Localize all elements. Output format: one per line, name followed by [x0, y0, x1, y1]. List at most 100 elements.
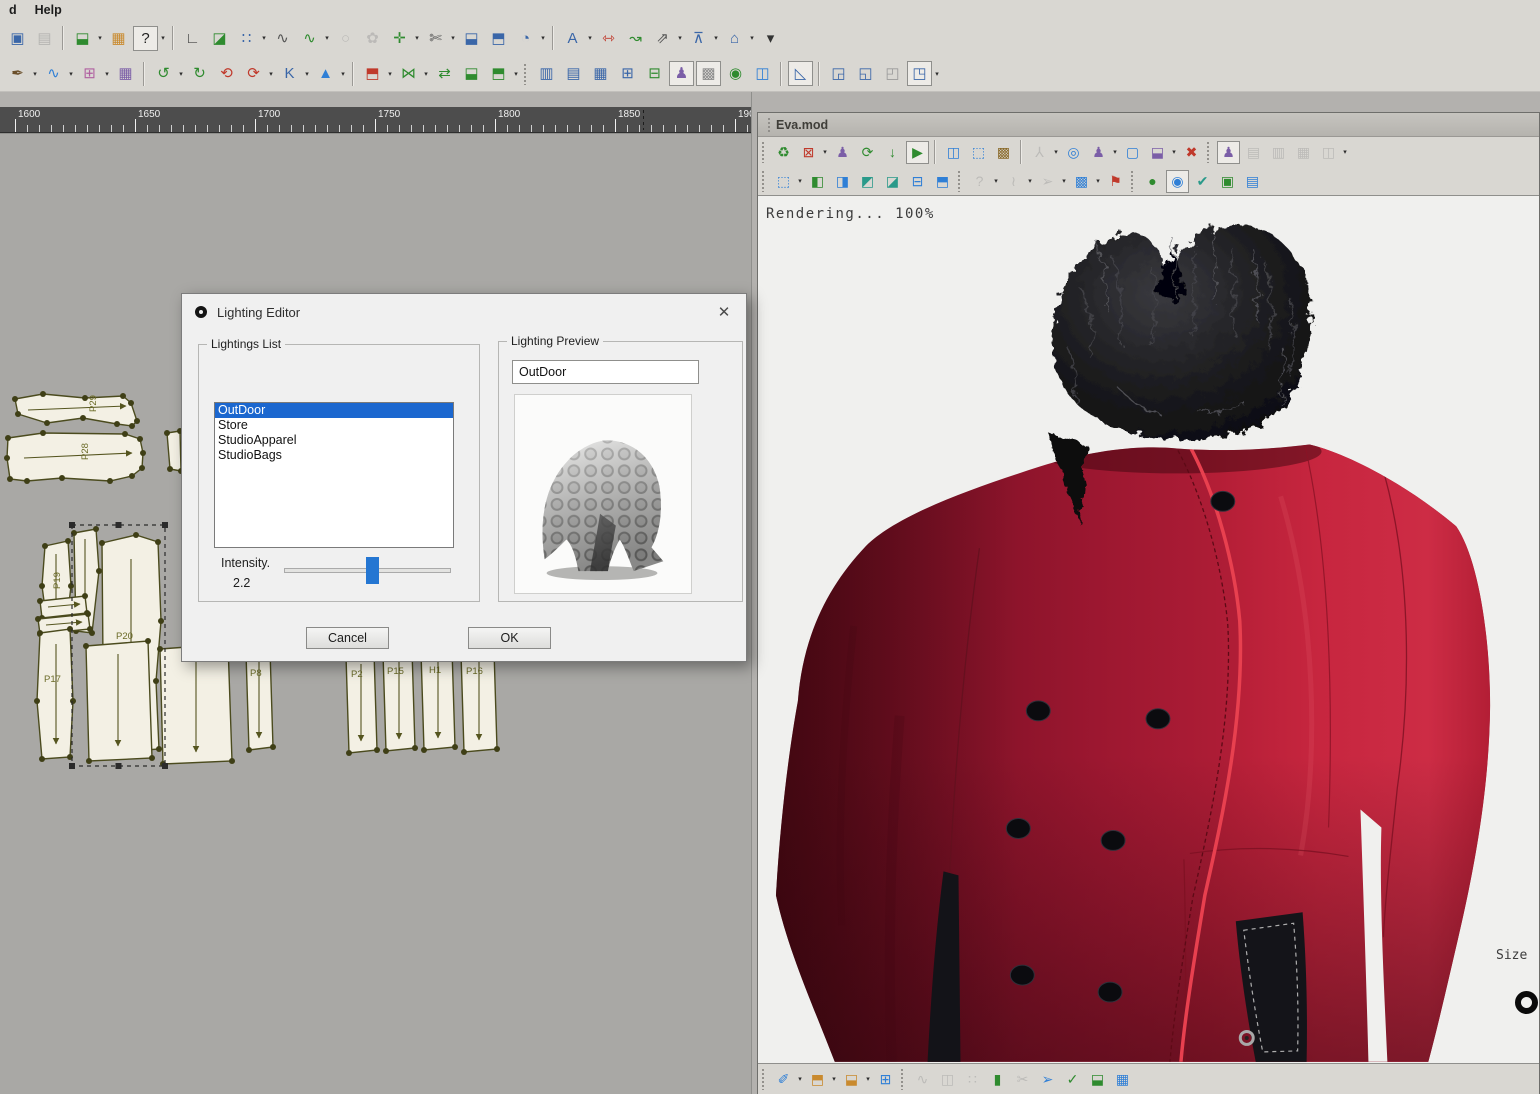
- pleat-icon-dropdown[interactable]: ▾: [676, 34, 684, 42]
- cut-piece-icon-dropdown[interactable]: ▾: [449, 34, 457, 42]
- drawer-icon[interactable]: ⊟: [906, 170, 929, 193]
- reload-icon[interactable]: ⟳: [856, 141, 879, 164]
- size-ring-marker[interactable]: [1515, 991, 1538, 1014]
- monitor-icon[interactable]: ▢: [1121, 141, 1144, 164]
- swap-sync-icon[interactable]: ⇄: [432, 61, 457, 86]
- rotate-align-icon-dropdown[interactable]: ▾: [267, 70, 275, 78]
- sphere-view-icon[interactable]: ◉: [1166, 170, 1189, 193]
- table-edit-icon[interactable]: ⊞: [874, 1068, 897, 1091]
- fill-diagonal-icon[interactable]: ◪: [207, 26, 232, 51]
- cube-texture2-icon[interactable]: ◨: [831, 170, 854, 193]
- grade-table-icon[interactable]: ▥: [534, 61, 559, 86]
- fold-page-icon-dropdown[interactable]: ▾: [386, 70, 394, 78]
- curve-graph-icon[interactable]: ∟: [180, 26, 205, 51]
- render-viewport[interactable]: Rendering... 100%: [758, 196, 1539, 1063]
- page-table-icon[interactable]: ⬒: [486, 61, 511, 86]
- fullscreen-icon[interactable]: ✖: [1180, 141, 1203, 164]
- export-green-icon[interactable]: ⬓: [1086, 1068, 1109, 1091]
- walk-pieces-icon[interactable]: K: [277, 61, 302, 86]
- globe-icon[interactable]: ◔: [513, 26, 538, 51]
- import-piece-icon[interactable]: ⬓: [70, 26, 95, 51]
- toolbar-grip[interactable]: [761, 170, 765, 192]
- walk-pieces-icon-dropdown[interactable]: ▾: [303, 70, 311, 78]
- pen-tool-icon[interactable]: ✒: [5, 61, 30, 86]
- dart-icon-dropdown[interactable]: ▾: [712, 34, 720, 42]
- pen-measure-icon[interactable]: ✐: [772, 1068, 795, 1091]
- page-export-icon[interactable]: ⬒: [806, 1068, 829, 1091]
- curve-circle-icon[interactable]: ∿: [297, 26, 322, 51]
- page-update-icon[interactable]: ⬓: [459, 61, 484, 86]
- help-icon-dropdown[interactable]: ▾: [159, 34, 167, 42]
- pointer-box-icon[interactable]: ➢: [1036, 1068, 1059, 1091]
- snapshot-icon[interactable]: ▣: [1216, 170, 1239, 193]
- mirror-fold-icon[interactable]: ⋈: [396, 61, 421, 86]
- node-edit-icon-dropdown[interactable]: ▾: [67, 70, 75, 78]
- export-piece-icon[interactable]: ⬓: [459, 26, 484, 51]
- history-icon-dropdown[interactable]: ▾: [992, 177, 1000, 185]
- lighting-list-item-outdoor[interactable]: OutDoor: [215, 403, 453, 418]
- spec-table-icon[interactable]: ⊞: [615, 61, 640, 86]
- pattern-piece-P16[interactable]: P16: [458, 647, 500, 755]
- pen-measure-icon-dropdown[interactable]: ▾: [796, 1075, 804, 1083]
- page-stack-icon-dropdown[interactable]: ▾: [864, 1075, 872, 1083]
- calc-table-icon[interactable]: ⊟: [642, 61, 667, 86]
- texture-map-icon-dropdown[interactable]: ▾: [1094, 177, 1102, 185]
- toolbar-grip[interactable]: [1130, 170, 1134, 192]
- probe-icon-dropdown[interactable]: ▾: [1060, 177, 1068, 185]
- pattern-piece2-icon[interactable]: ◱: [853, 61, 878, 86]
- delete-sim-icon-dropdown[interactable]: ▾: [821, 148, 829, 156]
- toolbar-grip[interactable]: [761, 141, 765, 163]
- pattern-piece[interactable]: [83, 638, 155, 764]
- panel-grid-icon[interactable]: ∷: [961, 1068, 984, 1091]
- copy-piece-icon-dropdown[interactable]: ▾: [103, 70, 111, 78]
- set-square-icon[interactable]: ◺: [788, 61, 813, 86]
- pattern-piece-P29[interactable]: P29: [12, 391, 140, 429]
- lasso-icon[interactable]: ≀: [1002, 170, 1025, 193]
- toolbar-grip[interactable]: [523, 63, 527, 85]
- menu-item-d[interactable]: d: [0, 0, 26, 20]
- page-stack-icon[interactable]: ⬓: [840, 1068, 863, 1091]
- link-measure-icon[interactable]: ∿: [911, 1068, 934, 1091]
- toolbar-grip[interactable]: [1206, 141, 1210, 163]
- globe-icon-dropdown[interactable]: ▾: [539, 34, 547, 42]
- measure-table-icon[interactable]: ▦: [588, 61, 613, 86]
- copy-icon[interactable]: ▣: [5, 26, 30, 51]
- pattern-piece4-icon-dropdown[interactable]: ▾: [933, 70, 941, 78]
- pattern-piece4-icon[interactable]: ◳: [907, 61, 932, 86]
- fold-page-icon[interactable]: ⬒: [360, 61, 385, 86]
- texture-map-icon[interactable]: ▩: [1070, 170, 1093, 193]
- shape-house-icon[interactable]: ⌂: [722, 26, 747, 51]
- avatar-select-icon[interactable]: ♟: [1217, 141, 1240, 164]
- titlebar-grip[interactable]: [767, 117, 771, 133]
- panel-pair-icon[interactable]: ◫: [936, 1068, 959, 1091]
- page-notch-icon[interactable]: ⬒: [486, 26, 511, 51]
- measure-arm-icon-dropdown[interactable]: ▾: [586, 34, 594, 42]
- node-edit-icon[interactable]: ∿: [41, 61, 66, 86]
- toolbar-grip[interactable]: [957, 170, 961, 192]
- plugin-grid-icon[interactable]: ▦: [106, 26, 131, 51]
- stamp-icon[interactable]: ○: [333, 26, 358, 51]
- point-list-icon-dropdown[interactable]: ▾: [260, 34, 268, 42]
- fabric-swatch-icon[interactable]: ▩: [696, 61, 721, 86]
- box-select-icon[interactable]: ⬚: [967, 141, 990, 164]
- axis-icon[interactable]: ⅄: [1028, 141, 1051, 164]
- pattern-piece-H1[interactable]: H1: [418, 646, 458, 753]
- projector-icon-dropdown[interactable]: ▾: [1341, 148, 1349, 156]
- cloth-table2-icon[interactable]: ▥: [1267, 141, 1290, 164]
- lighting-list-item-studioapparel[interactable]: StudioApparel: [215, 433, 453, 448]
- rotate-measure-icon[interactable]: ⟲: [214, 61, 239, 86]
- page-export-icon-dropdown[interactable]: ▾: [830, 1075, 838, 1083]
- sphere-icon[interactable]: ●: [1141, 170, 1164, 193]
- cube-3d1-icon[interactable]: ◩: [856, 170, 879, 193]
- pattern-piece-P8[interactable]: P8: [243, 647, 276, 753]
- history-icon[interactable]: ?: [968, 170, 991, 193]
- import-piece-icon-dropdown[interactable]: ▾: [96, 34, 104, 42]
- close-icon[interactable]: ✕: [714, 302, 734, 322]
- help-icon[interactable]: ?: [133, 26, 158, 51]
- avatars-icon[interactable]: ♟: [1087, 141, 1110, 164]
- cancel-button[interactable]: Cancel: [306, 627, 389, 649]
- avatar-card-icon[interactable]: ♟: [831, 141, 854, 164]
- size-table-icon[interactable]: ▤: [561, 61, 586, 86]
- simulate-play-icon[interactable]: ▶: [906, 141, 929, 164]
- rotate-align-icon[interactable]: ⟳: [241, 61, 266, 86]
